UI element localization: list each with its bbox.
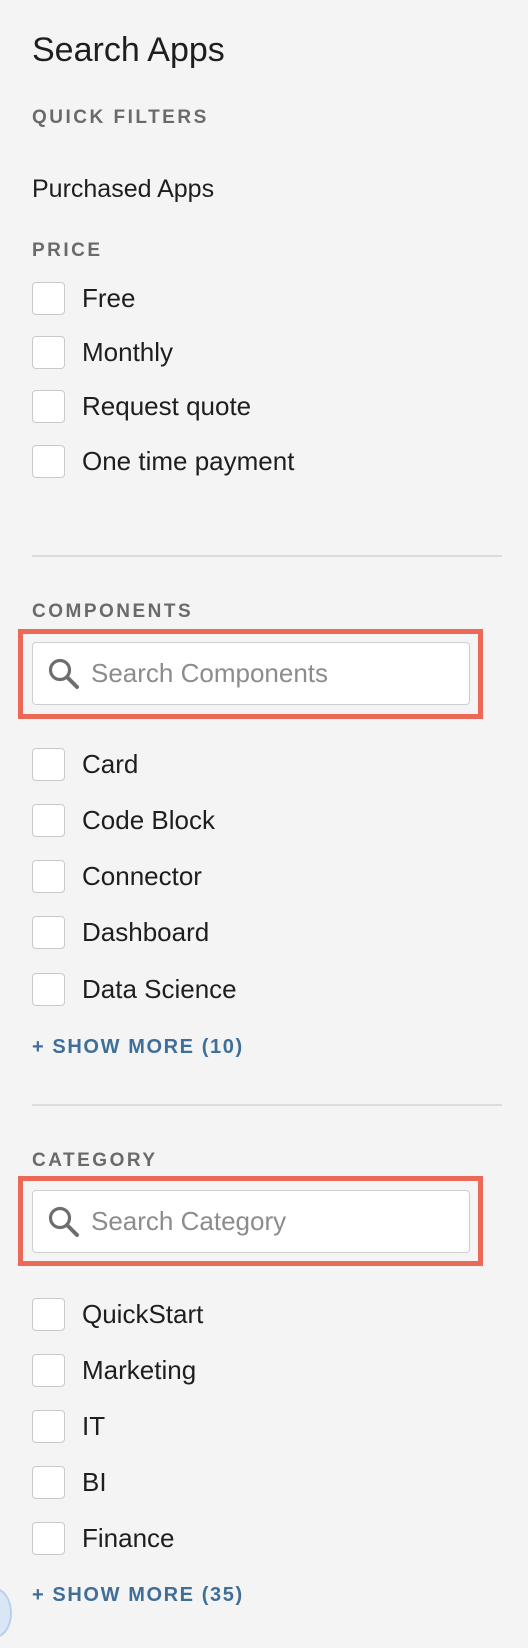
checkbox[interactable]	[32, 972, 65, 1006]
quick-filter-purchased-apps[interactable]: Purchased Apps	[32, 172, 214, 206]
option-label: Finance	[82, 1523, 175, 1553]
checkbox[interactable]	[32, 1409, 65, 1443]
option-label: Dashboard	[82, 917, 210, 947]
price-option-free[interactable]: Free	[32, 281, 135, 315]
category-option-finance[interactable]: Finance	[32, 1521, 175, 1555]
price-option-monthly[interactable]: Monthly	[32, 335, 173, 369]
checkbox[interactable]	[32, 803, 65, 837]
checkbox[interactable]	[32, 1353, 65, 1387]
checkbox[interactable]	[32, 444, 65, 478]
checkbox[interactable]	[32, 1465, 65, 1499]
option-label: Request quote	[82, 391, 252, 421]
checkbox[interactable]	[32, 389, 65, 423]
option-label: One time payment	[82, 446, 295, 476]
option-label: Marketing	[82, 1355, 197, 1385]
category-search-input[interactable]	[91, 1206, 451, 1237]
price-label: PRICE	[32, 240, 103, 261]
component-option-dashboard[interactable]: Dashboard	[32, 915, 209, 949]
search-icon	[48, 1206, 79, 1237]
category-label: CATEGORY	[32, 1150, 158, 1171]
category-search-box[interactable]	[32, 1190, 470, 1253]
option-label: Free	[82, 283, 136, 313]
category-option-marketing[interactable]: Marketing	[32, 1353, 196, 1387]
option-label: Code Block	[82, 805, 215, 835]
quick-filters-label: QUICK FILTERS	[32, 107, 209, 128]
price-option-one-time-payment[interactable]: One time payment	[32, 444, 294, 478]
checkbox[interactable]	[32, 1521, 65, 1555]
section-divider	[32, 555, 502, 557]
checkbox[interactable]	[32, 859, 65, 893]
components-search-input[interactable]	[91, 658, 451, 689]
search-icon	[48, 658, 79, 689]
category-show-more-link[interactable]: + SHOW MORE (35)	[32, 1582, 244, 1608]
section-divider	[32, 1104, 502, 1106]
component-option-code-block[interactable]: Code Block	[32, 803, 215, 837]
option-label: Connector	[82, 861, 202, 891]
price-option-request-quote[interactable]: Request quote	[32, 389, 251, 423]
category-option-it[interactable]: IT	[32, 1409, 105, 1443]
checkbox[interactable]	[32, 1297, 65, 1331]
component-option-data-science[interactable]: Data Science	[32, 972, 237, 1006]
option-label: IT	[82, 1411, 106, 1441]
components-search-box[interactable]	[32, 642, 470, 705]
help-bubble-icon[interactable]	[0, 1588, 12, 1638]
option-label: BI	[82, 1467, 107, 1497]
category-option-bi[interactable]: BI	[32, 1465, 107, 1499]
checkbox[interactable]	[32, 747, 65, 781]
components-show-more-link[interactable]: + SHOW MORE (10)	[32, 1034, 244, 1060]
component-option-card[interactable]: Card	[32, 747, 138, 781]
checkbox[interactable]	[32, 335, 65, 369]
option-label: QuickStart	[82, 1299, 204, 1329]
checkbox[interactable]	[32, 281, 65, 315]
category-option-quickstart[interactable]: QuickStart	[32, 1297, 203, 1331]
option-label: Data Science	[82, 974, 237, 1004]
page-title: Search Apps	[32, 31, 225, 69]
option-label: Card	[82, 749, 139, 779]
checkbox[interactable]	[32, 915, 65, 949]
option-label: Monthly	[82, 337, 174, 367]
components-label: COMPONENTS	[32, 601, 194, 622]
component-option-connector[interactable]: Connector	[32, 859, 202, 893]
